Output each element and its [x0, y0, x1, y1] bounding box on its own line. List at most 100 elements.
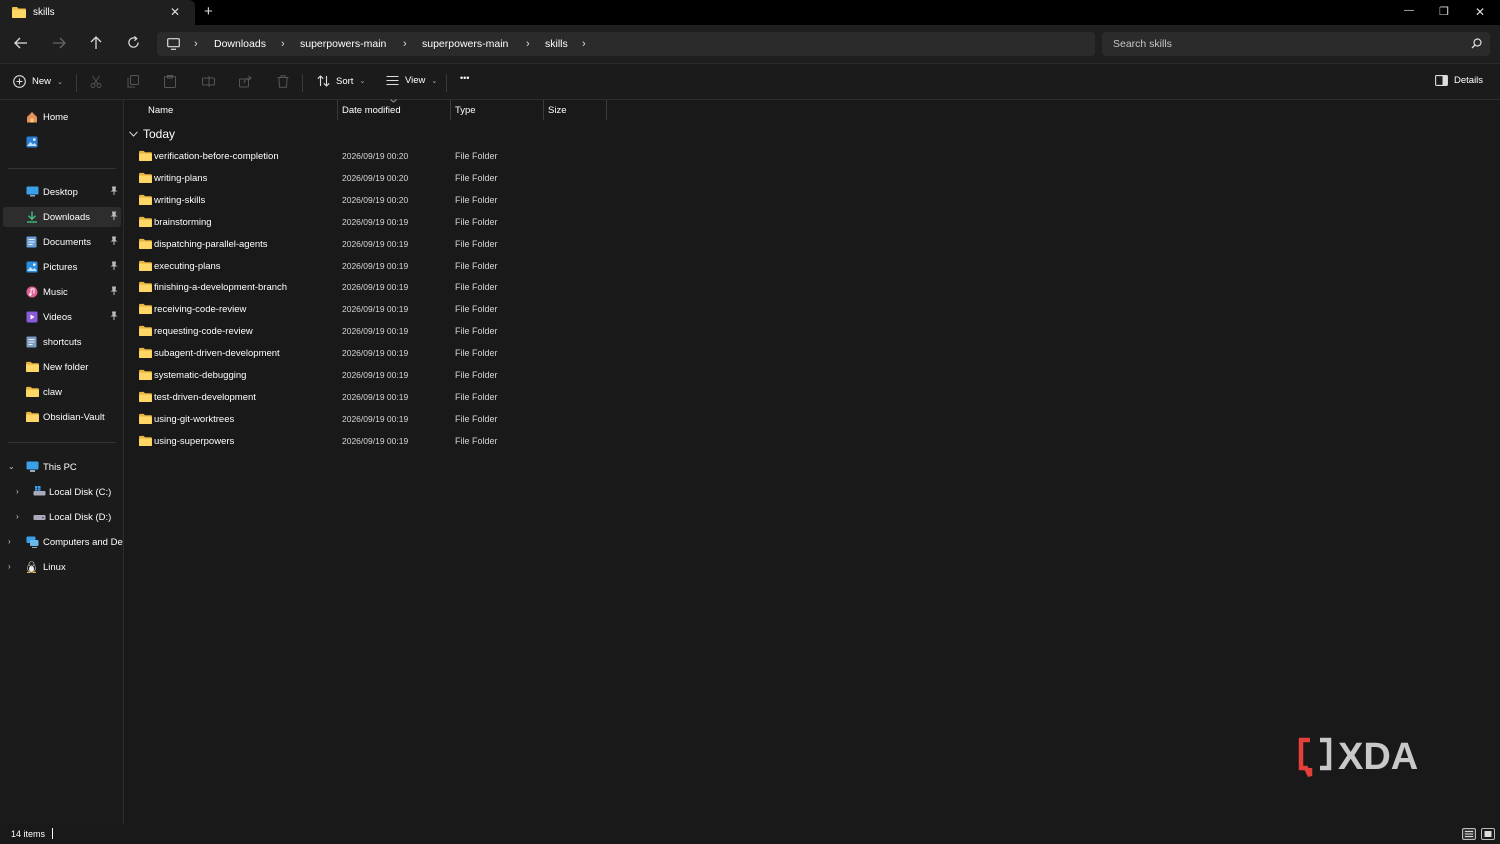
breadcrumb-downloads[interactable]: Downloads: [214, 38, 266, 50]
folder-icon: [139, 413, 152, 424]
sidebar-item-local-disk-c[interactable]: › Local Disk (C:): [3, 482, 121, 502]
sort-button[interactable]: Sort ⌄: [317, 75, 365, 87]
pin-icon[interactable]: [110, 236, 118, 245]
column-header-name[interactable]: Name: [124, 100, 338, 120]
address-bar[interactable]: › Downloads › superpowers-main › superpo…: [157, 32, 1095, 56]
delete-button[interactable]: [277, 75, 289, 88]
cut-button[interactable]: [90, 75, 102, 88]
chevron-down-icon[interactable]: ⌄: [8, 462, 15, 471]
restore-button[interactable]: ❐: [1439, 5, 1449, 18]
column-resize-handle[interactable]: [606, 100, 607, 120]
table-row[interactable]: dispatching-parallel-agents 2026/09/19 00…: [136, 234, 616, 254]
column-header-label: Type: [455, 105, 476, 116]
sidebar-item-this-pc[interactable]: ⌄ This PC: [3, 457, 121, 477]
table-row[interactable]: verification-before-completion 2026/09/19…: [136, 146, 616, 166]
view-button[interactable]: View ⌄: [386, 75, 437, 86]
breadcrumb-superpowers-main-2[interactable]: superpowers-main: [422, 38, 508, 50]
table-row[interactable]: subagent-driven-development 2026/09/19 00…: [136, 343, 616, 363]
gallery-icon: [26, 136, 38, 148]
sidebar-item-gallery[interactable]: [3, 132, 121, 152]
sidebar-item-computers-and-devices[interactable]: › Computers and Devices: [3, 532, 123, 552]
close-tab-icon[interactable]: ✕: [170, 6, 180, 18]
column-header-date-modified[interactable]: Date modified: [338, 99, 450, 120]
rename-icon: [202, 76, 215, 87]
pin-icon[interactable]: [110, 211, 118, 220]
file-list-pane: Name Date modified Type Size Today verif…: [124, 99, 1500, 824]
column-header-type[interactable]: Type: [450, 100, 543, 120]
sidebar-item-linux[interactable]: › Linux: [3, 557, 121, 577]
xda-logo: XDA: [1298, 736, 1438, 778]
column-header-size[interactable]: Size: [543, 100, 606, 120]
details-button[interactable]: Details: [1435, 75, 1483, 86]
sidebar-item-music[interactable]: Music: [3, 282, 121, 302]
table-row[interactable]: using-superpowers 2026/09/19 00:19 File Fo…: [136, 431, 616, 451]
up-button[interactable]: [89, 36, 103, 50]
sidebar-item-desktop[interactable]: Desktop: [3, 182, 121, 202]
file-date-modified: 2026/09/19 00:19: [342, 238, 409, 249]
sidebar-item-label: New folder: [43, 362, 89, 373]
more-options-button[interactable]: •••: [460, 73, 469, 83]
sidebar-item-home[interactable]: Home: [3, 107, 121, 127]
file-type: File Folder: [455, 194, 498, 205]
windows-drive-icon: [33, 486, 46, 496]
arrow-up-icon: [90, 36, 102, 49]
sidebar-item-downloads[interactable]: Downloads: [3, 207, 121, 227]
share-button[interactable]: [239, 75, 252, 88]
breadcrumb-skills[interactable]: skills: [545, 38, 568, 50]
file-date-modified: 2026/09/19 00:19: [342, 326, 409, 337]
table-row[interactable]: finishing-a-development-branch 2026/09/19…: [136, 277, 616, 297]
new-tab-button[interactable]: +: [204, 4, 213, 20]
navigation-bar: › Downloads › superpowers-main › superpo…: [0, 25, 1500, 63]
refresh-button[interactable]: [127, 36, 140, 49]
sidebar-item-videos[interactable]: Videos: [3, 307, 121, 327]
chevron-right-icon[interactable]: ›: [16, 512, 19, 521]
sidebar-item-obsidian-vault[interactable]: Obsidian-Vault: [3, 407, 121, 427]
forward-button[interactable]: [52, 36, 66, 50]
breadcrumb-superpowers-main-1[interactable]: superpowers-main: [300, 38, 386, 50]
file-date-modified: 2026/09/19 00:20: [342, 172, 409, 183]
breadcrumb-separator[interactable]: ›: [582, 38, 586, 50]
pin-icon[interactable]: [110, 186, 118, 195]
search-box[interactable]: Search skills: [1102, 32, 1490, 56]
minimize-button[interactable]: —: [1404, 5, 1414, 16]
pin-icon[interactable]: [110, 261, 118, 270]
title-bar: skills ✕ + — ❐ ✕: [0, 0, 1500, 25]
close-window-button[interactable]: ✕: [1475, 5, 1485, 19]
download-icon: [26, 211, 38, 223]
chevron-right-icon[interactable]: ›: [8, 537, 11, 546]
table-row[interactable]: using-git-worktrees 2026/09/19 00:19 File …: [136, 409, 616, 429]
table-row[interactable]: receiving-code-review 2026/09/19 00:19 Fil…: [136, 299, 616, 319]
folder-icon: [139, 216, 152, 227]
table-row[interactable]: requesting-code-review 2026/09/19 00:19 Fi…: [136, 321, 616, 341]
table-row[interactable]: writing-skills 2026/09/19 00:20 File Folde…: [136, 190, 616, 210]
tab-skills[interactable]: skills ✕: [0, 0, 195, 25]
sidebar-item-label: claw: [43, 387, 63, 398]
chevron-right-icon[interactable]: ›: [8, 562, 11, 571]
chevron-right-icon[interactable]: ›: [16, 487, 19, 496]
pin-icon[interactable]: [110, 286, 118, 295]
details-view-button[interactable]: [1462, 828, 1476, 840]
large-icons-view-button[interactable]: [1481, 828, 1495, 840]
file-type: File Folder: [455, 216, 498, 227]
sidebar-item-documents[interactable]: Documents: [3, 232, 121, 252]
table-row[interactable]: executing-plans 2026/09/19 00:19 File Fold…: [136, 256, 616, 276]
column-header-label: Name: [148, 105, 174, 116]
back-button[interactable]: [14, 36, 28, 50]
copy-button[interactable]: [127, 75, 139, 88]
pin-icon[interactable]: [110, 311, 118, 320]
sidebar-item-new-folder[interactable]: New folder: [3, 357, 121, 377]
table-row[interactable]: brainstorming 2026/09/19 00:19 File Folder: [136, 212, 616, 232]
paste-button[interactable]: [164, 75, 176, 88]
sidebar-item-shortcuts[interactable]: shortcuts: [3, 332, 121, 352]
table-row[interactable]: writing-plans 2026/09/19 00:20 File Folder: [136, 168, 616, 188]
rename-button[interactable]: [202, 75, 215, 88]
sidebar-item-pictures[interactable]: Pictures: [3, 257, 121, 277]
group-header-today[interactable]: Today: [129, 127, 175, 141]
table-row[interactable]: test-driven-development 2026/09/19 00:19 F…: [136, 387, 616, 407]
sidebar-item-claw[interactable]: claw: [3, 382, 121, 402]
monitor-icon: [167, 38, 180, 50]
new-button[interactable]: New ⌄: [13, 75, 63, 88]
table-row[interactable]: systematic-debugging 2026/09/19 00:19 File…: [136, 365, 616, 385]
search-input[interactable]: Search skills: [1113, 38, 1172, 50]
sidebar-item-local-disk-d[interactable]: › Local Disk (D:): [3, 507, 121, 527]
